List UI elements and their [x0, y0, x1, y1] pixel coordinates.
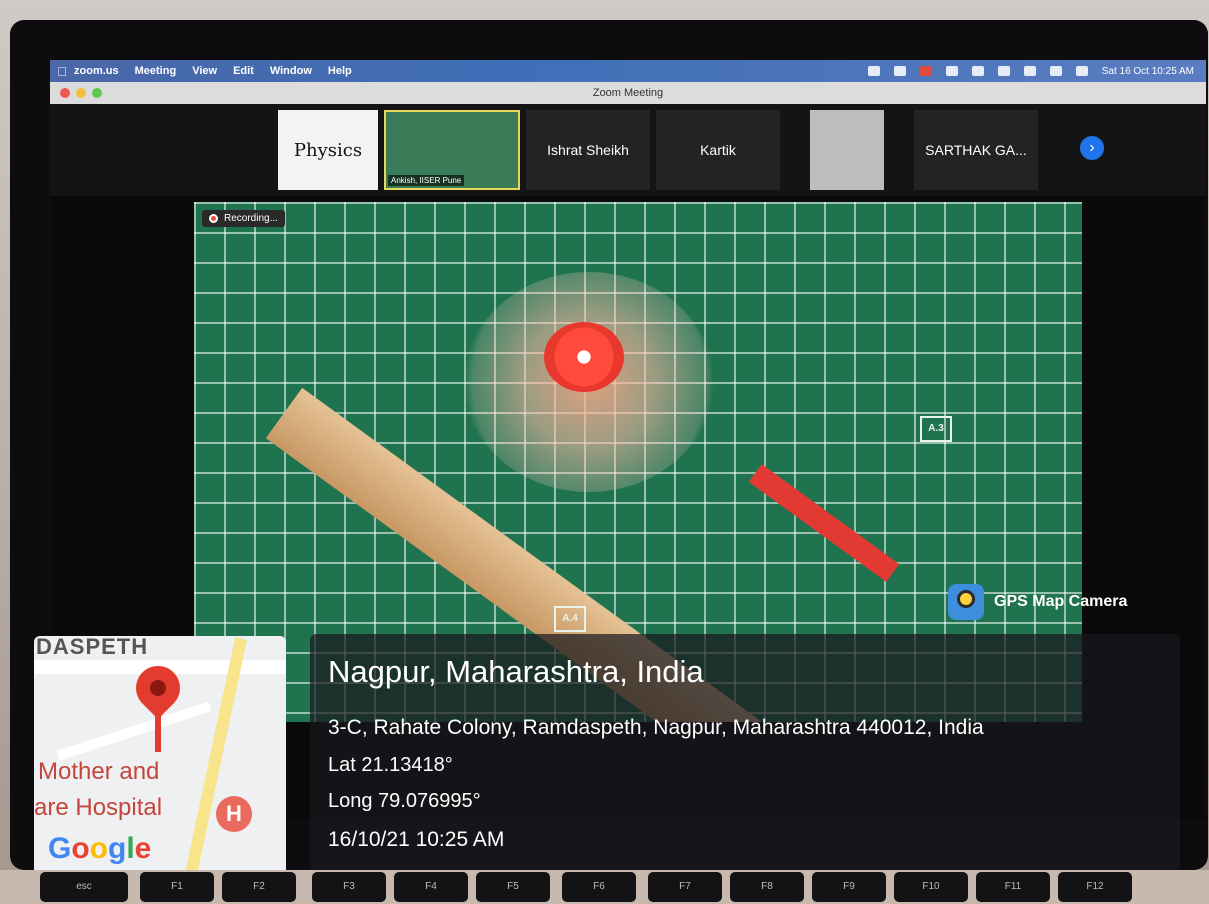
gallery-strip: Physics Ankish, IISER Pune Ishrat Sheikh… — [50, 104, 1206, 196]
close-window-button[interactable] — [60, 88, 70, 98]
key-f11[interactable]: F11 — [976, 872, 1050, 902]
map-road — [56, 701, 212, 761]
gps-info-panel: Nagpur, Maharashtra, India 3-C, Rahate C… — [310, 634, 1180, 884]
google-letter: o — [89, 832, 108, 865]
participant-tile-kartik[interactable]: Kartik — [656, 110, 780, 190]
minimize-window-button[interactable] — [76, 88, 86, 98]
apple-icon[interactable]:  — [50, 64, 74, 79]
recording-badge[interactable]: Recording... — [202, 210, 285, 227]
menu-window[interactable]: Window — [270, 65, 312, 77]
google-letter: e — [134, 832, 152, 865]
participant-tile-physics[interactable]: Physics — [278, 110, 378, 190]
participant-name: Kartik — [700, 142, 736, 158]
participant-name: Physics — [293, 139, 363, 161]
zoom-status-icon[interactable] — [867, 66, 880, 76]
keyboard: esc F1 F2 F3 F4 F5 F6 F7 F8 F9 F10 F11 F… — [0, 870, 1209, 904]
window-controls — [60, 88, 102, 98]
wifi-icon[interactable] — [1023, 66, 1036, 76]
participant-tile-ishrat[interactable]: Ishrat Sheikh — [526, 110, 650, 190]
map-place-label: Mother and — [38, 758, 160, 785]
participant-tile-sarthak[interactable]: SARTHAK GA... — [914, 110, 1038, 190]
bluetooth-icon[interactable] — [971, 66, 984, 76]
safari-icon[interactable] — [893, 66, 906, 76]
key-f5[interactable]: F5 — [476, 872, 550, 902]
zoom-window-button[interactable] — [92, 88, 102, 98]
key-f8[interactable]: F8 — [730, 872, 804, 902]
recording-icon — [209, 214, 218, 223]
map-place-label: are Hospital — [34, 794, 163, 821]
google-logo: Google — [48, 832, 151, 866]
window-title: Zoom Meeting — [592, 87, 664, 99]
participant-name: Ishrat Sheikh — [547, 142, 629, 158]
mat-mark: A.4 — [554, 606, 586, 632]
gps-camera-icon — [948, 584, 984, 620]
mat-mark: A.3 — [920, 416, 952, 442]
participant-name: Ankish, IISER Pune — [388, 175, 465, 186]
next-page-icon[interactable]: › — [1080, 136, 1104, 160]
spinner-core — [544, 322, 624, 392]
gps-address: 3-C, Rahate Colony, Ramdaspeth, Nagpur, … — [328, 716, 984, 739]
menu-edit[interactable]: Edit — [233, 65, 254, 77]
key-f9[interactable]: F9 — [812, 872, 886, 902]
menu-help[interactable]: Help — [328, 65, 352, 77]
key-f1[interactable]: F1 — [140, 872, 214, 902]
control-center-icon[interactable] — [1075, 66, 1088, 76]
gps-datetime: 16/10/21 10:25 AM — [328, 828, 505, 851]
hospital-icon: H — [216, 796, 252, 832]
gps-city: Nagpur, Maharashtra, India — [328, 654, 704, 689]
key-f4[interactable]: F4 — [394, 872, 468, 902]
key-f3[interactable]: F3 — [312, 872, 386, 902]
search-icon[interactable] — [1049, 66, 1062, 76]
recording-label: Recording... — [224, 213, 278, 224]
gps-brand: GPS Map Camera — [948, 584, 1127, 620]
window-title-bar: Zoom Meeting — [50, 82, 1206, 104]
display-icon[interactable] — [945, 66, 958, 76]
menubar-datetime[interactable]: Sat 16 Oct 10:25 AM — [1102, 66, 1194, 77]
google-letter: o — [71, 832, 90, 865]
menu-app-name[interactable]: zoom.us — [74, 65, 119, 77]
key-esc[interactable]: esc — [40, 872, 128, 902]
key-f2[interactable]: F2 — [222, 872, 296, 902]
status-area: Sat 16 Oct 10:25 AM — [867, 60, 1194, 82]
location-pin-stem — [155, 706, 161, 752]
map-thumbnail: DASPETH Mother and are Hospital H Google — [34, 636, 286, 886]
menu-view[interactable]: View — [192, 65, 217, 77]
gps-latitude: Lat 21.13418° — [328, 754, 453, 776]
key-f7[interactable]: F7 — [648, 872, 722, 902]
participant-tile-ankish[interactable]: Ankish, IISER Pune — [384, 110, 520, 190]
google-letter: l — [126, 832, 135, 865]
key-f6[interactable]: F6 — [562, 872, 636, 902]
battery-icon[interactable] — [997, 66, 1010, 76]
menu-meeting[interactable]: Meeting — [135, 65, 177, 77]
gps-brand-label: GPS Map Camera — [994, 593, 1128, 610]
google-letter: G — [48, 832, 72, 865]
key-f10[interactable]: F10 — [894, 872, 968, 902]
red-band — [748, 464, 900, 582]
key-f12[interactable]: F12 — [1058, 872, 1132, 902]
participant-tile-photo[interactable] — [810, 110, 884, 190]
map-area-label: DASPETH — [36, 636, 149, 659]
gps-longitude: Long 79.076995° — [328, 790, 481, 812]
participant-name: SARTHAK GA... — [925, 142, 1027, 158]
google-letter: g — [108, 832, 127, 865]
calendar-icon[interactable] — [919, 66, 932, 76]
menu-bar:  zoom.us Meeting View Edit Window Help … — [50, 60, 1206, 82]
map-road — [183, 637, 247, 885]
